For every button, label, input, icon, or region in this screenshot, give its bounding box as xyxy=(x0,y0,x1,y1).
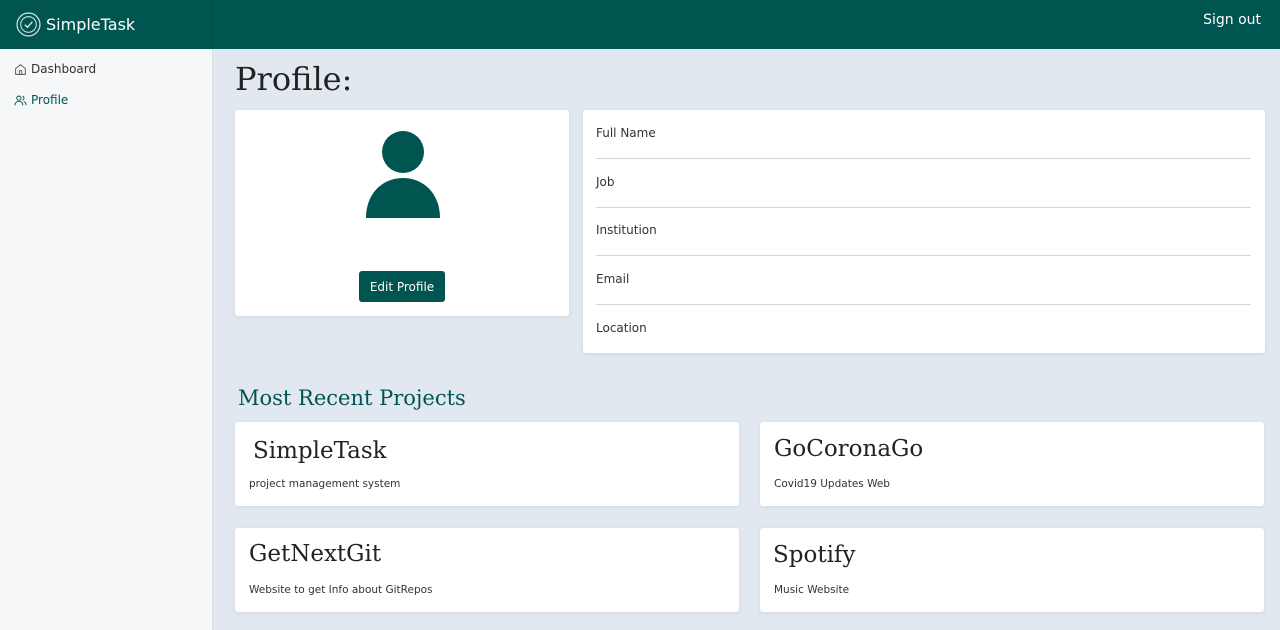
sidebar: Dashboard Profile xyxy=(0,49,213,630)
project-description: Website to get Info about GitRepos xyxy=(249,584,433,596)
brand-name: SimpleTask xyxy=(46,15,136,34)
info-job: Job xyxy=(596,159,1251,208)
sidebar-item-profile[interactable]: Profile xyxy=(14,93,68,107)
project-title: GoCoronaGo xyxy=(774,436,924,462)
info-institution: Institution xyxy=(596,207,1251,256)
logo-icon xyxy=(16,12,41,37)
info-email: Email xyxy=(596,256,1251,305)
users-icon xyxy=(14,94,27,105)
edit-profile-button[interactable]: Edit Profile xyxy=(359,271,445,302)
user-avatar-icon xyxy=(366,131,440,218)
project-title: Spotify xyxy=(773,542,856,568)
sidebar-item-label: Profile xyxy=(31,93,69,107)
section-title-projects: Most Recent Projects xyxy=(238,386,466,410)
sidebar-item-label: Dashboard xyxy=(31,62,97,76)
brand[interactable]: SimpleTask xyxy=(0,0,212,49)
home-icon xyxy=(15,63,26,75)
project-title: GetNextGit xyxy=(249,541,382,567)
sign-out-link[interactable]: Sign out xyxy=(1203,12,1261,28)
profile-info-card: Full Name Job Institution Email Location xyxy=(583,110,1265,353)
project-description: Covid19 Updates Web xyxy=(774,478,890,490)
top-navbar: SimpleTask Sign out xyxy=(0,0,1280,49)
project-description: project management system xyxy=(249,478,401,490)
project-card[interactable]: SimpleTask project management system xyxy=(235,422,739,506)
info-full-name: Full Name xyxy=(596,110,1251,159)
info-location: Location xyxy=(596,321,647,335)
project-description: Music Website xyxy=(774,584,850,596)
project-card[interactable]: Spotify Music Website xyxy=(760,528,1264,612)
project-card[interactable]: GoCoronaGo Covid19 Updates Web xyxy=(760,422,1264,506)
page-title: Profile: xyxy=(235,60,353,98)
sidebar-item-dashboard[interactable]: Dashboard xyxy=(14,62,96,76)
project-card[interactable]: GetNextGit Website to get Info about Git… xyxy=(235,528,739,612)
project-title: SimpleTask xyxy=(253,438,387,464)
